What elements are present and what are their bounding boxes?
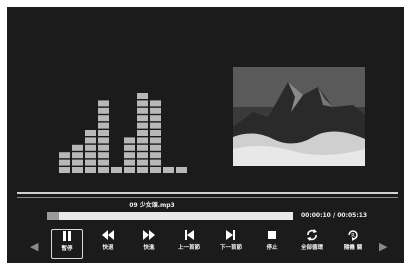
spectrum-base-block bbox=[72, 167, 83, 173]
previous-icon bbox=[185, 230, 194, 240]
stop-icon bbox=[268, 231, 276, 239]
spectrum-block bbox=[137, 144, 148, 151]
next-icon bbox=[226, 230, 235, 240]
repeat-icon bbox=[307, 229, 317, 241]
repeat-all-label: 全部循環 bbox=[300, 245, 323, 251]
spectrum-block bbox=[98, 144, 109, 151]
spectrum-block bbox=[137, 159, 148, 166]
spectrum-block bbox=[137, 93, 148, 99]
scroll-right-arrow-icon[interactable]: ▶ bbox=[379, 241, 387, 252]
spectrum-block bbox=[137, 122, 148, 129]
spectrum-block bbox=[150, 137, 161, 144]
spectrum-base-block bbox=[59, 167, 70, 173]
spectrum-base-block bbox=[85, 167, 96, 173]
rewind-button[interactable]: 快退 bbox=[92, 229, 124, 259]
spectrum-block bbox=[98, 100, 109, 107]
spectrum-block bbox=[150, 159, 161, 166]
audio-spectrum-visualizer bbox=[59, 93, 187, 173]
scroll-left-arrow-icon[interactable]: ◀ bbox=[30, 241, 38, 252]
spectrum-block bbox=[72, 144, 83, 151]
shuffle-button[interactable]: R 隨機 關 bbox=[337, 229, 369, 259]
spectrum-base-block bbox=[111, 167, 122, 173]
spectrum-block bbox=[150, 100, 161, 107]
spectrum-block bbox=[150, 130, 161, 136]
fast-forward-button[interactable]: 快進 bbox=[133, 229, 165, 259]
divider bbox=[17, 197, 398, 198]
rewind-label: 快退 bbox=[102, 245, 114, 251]
spectrum-block bbox=[72, 152, 83, 159]
previous-label: 上一首節 bbox=[177, 245, 200, 251]
spectrum-block bbox=[137, 100, 148, 107]
time-total: 00:05:13 bbox=[337, 212, 368, 219]
next-label: 下一首節 bbox=[219, 245, 242, 251]
spectrum-block bbox=[150, 152, 161, 159]
spectrum-block bbox=[124, 137, 135, 144]
divider bbox=[17, 192, 398, 194]
album-art-thumbnail bbox=[233, 67, 365, 166]
progress-fill bbox=[47, 212, 60, 220]
spectrum-block bbox=[85, 130, 96, 136]
fast-forward-icon bbox=[143, 230, 155, 240]
spectrum-block bbox=[137, 115, 148, 122]
progress-bar[interactable] bbox=[47, 212, 293, 220]
spectrum-block bbox=[72, 159, 83, 166]
next-track-button[interactable]: 下一首節 bbox=[215, 229, 247, 259]
spectrum-base-block bbox=[137, 167, 148, 173]
spectrum-block bbox=[137, 107, 148, 114]
pause-button[interactable]: 暫停 bbox=[51, 229, 83, 259]
spectrum-base-block bbox=[150, 167, 161, 173]
rewind-icon bbox=[102, 230, 114, 240]
spectrum-block bbox=[124, 144, 135, 151]
shuffle-icon: R bbox=[348, 230, 358, 241]
svg-text:R: R bbox=[351, 233, 355, 239]
media-player-screen: 09 少女頌.mp3 00:00:10 / 00:05:13 ◀ ▶ 暫停 快退… bbox=[7, 7, 404, 263]
spectrum-block bbox=[137, 130, 148, 136]
spectrum-block bbox=[85, 137, 96, 144]
pause-icon bbox=[63, 231, 71, 241]
spectrum-block bbox=[150, 144, 161, 151]
spectrum-block bbox=[137, 137, 148, 144]
spectrum-block bbox=[124, 159, 135, 166]
time-elapsed: 00:00:10 bbox=[301, 212, 331, 219]
spectrum-block bbox=[137, 152, 148, 159]
spectrum-block bbox=[98, 159, 109, 166]
spectrum-base-block bbox=[163, 167, 174, 173]
spectrum-block bbox=[150, 115, 161, 122]
spectrum-base-block bbox=[176, 167, 187, 173]
spectrum-block bbox=[98, 122, 109, 129]
spectrum-block bbox=[59, 159, 70, 166]
stop-label: 停止 bbox=[266, 245, 278, 251]
time-separator: / bbox=[332, 212, 336, 219]
spectrum-block bbox=[85, 152, 96, 159]
spectrum-block bbox=[85, 159, 96, 166]
track-title: 09 少女頌.mp3 bbox=[129, 202, 175, 209]
spectrum-block bbox=[150, 107, 161, 114]
spectrum-block bbox=[98, 137, 109, 144]
spectrum-base-block bbox=[98, 167, 109, 173]
spectrum-block bbox=[85, 144, 96, 151]
spectrum-base-block bbox=[124, 167, 135, 173]
shuffle-label: 隨機 關 bbox=[343, 245, 363, 251]
spectrum-block bbox=[59, 152, 70, 159]
spectrum-block bbox=[124, 152, 135, 159]
fast-forward-label: 快進 bbox=[143, 245, 155, 251]
pause-label: 暫停 bbox=[61, 246, 73, 252]
previous-track-button[interactable]: 上一首節 bbox=[173, 229, 205, 259]
spectrum-block bbox=[98, 107, 109, 114]
repeat-all-button[interactable]: 全部循環 bbox=[296, 229, 328, 259]
spectrum-block bbox=[150, 122, 161, 129]
spectrum-block bbox=[98, 115, 109, 122]
time-readout: 00:00:10 / 00:05:13 bbox=[301, 212, 367, 219]
spectrum-block bbox=[98, 152, 109, 159]
stop-button[interactable]: 停止 bbox=[256, 229, 288, 259]
spectrum-block bbox=[98, 130, 109, 136]
